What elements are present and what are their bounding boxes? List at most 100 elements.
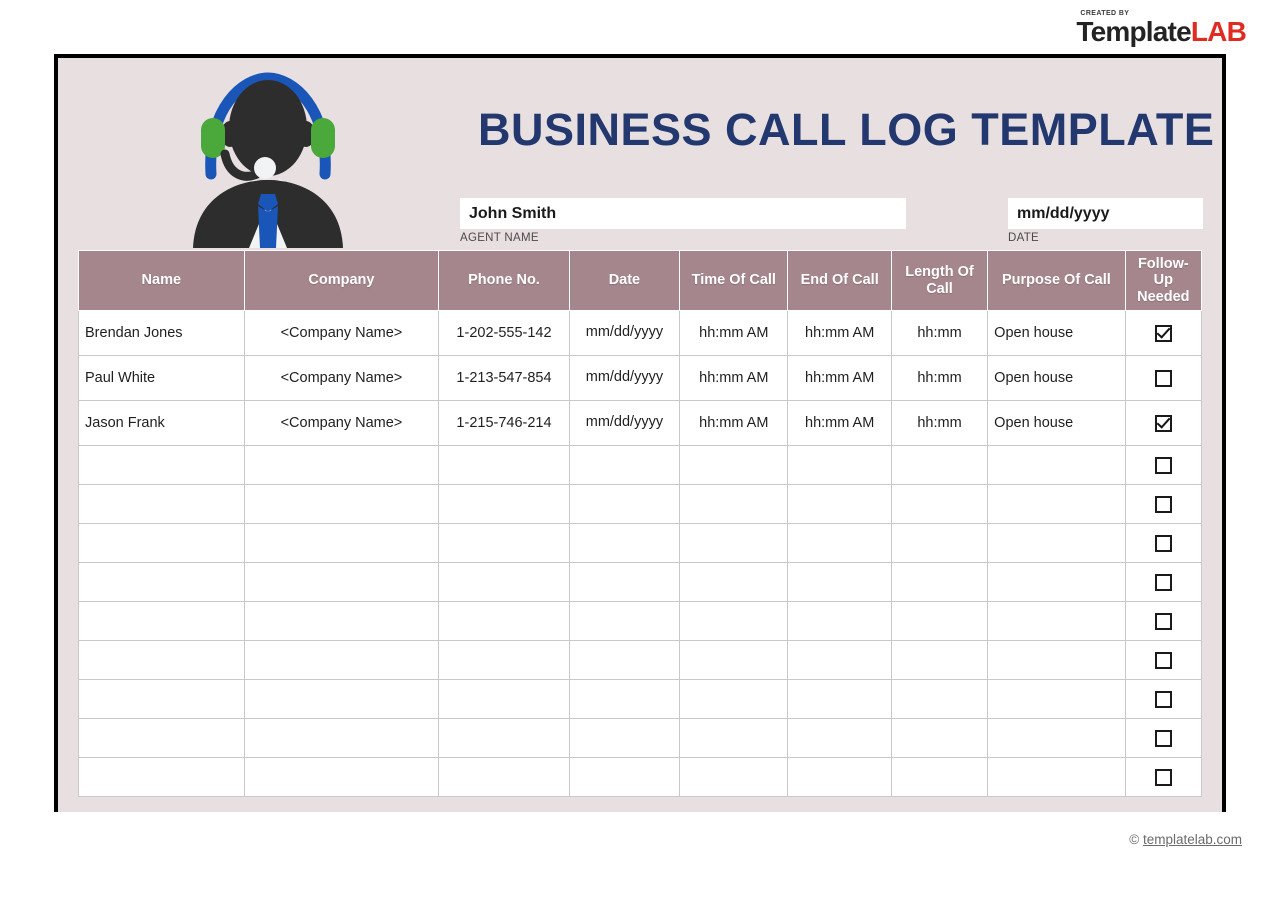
cell-time-of-call-empty[interactable] — [679, 445, 789, 485]
cell-purpose-of-call-empty[interactable] — [987, 757, 1126, 797]
cell-end-of-call-empty[interactable] — [787, 523, 892, 563]
cell-phone-empty[interactable] — [438, 679, 570, 719]
cell-phone[interactable]: 1-213-547-854 — [438, 355, 570, 401]
cell-time-of-call-empty[interactable] — [679, 679, 789, 719]
cell-end-of-call-empty[interactable] — [787, 601, 892, 641]
cell-purpose-of-call-empty[interactable] — [987, 445, 1126, 485]
cell-company-empty[interactable] — [243, 523, 440, 563]
cell-name[interactable]: Jason Frank — [78, 400, 245, 446]
cell-follow-up-needed[interactable] — [1124, 445, 1203, 485]
cell-follow-up-needed[interactable] — [1124, 640, 1203, 680]
cell-purpose-of-call-empty[interactable] — [987, 601, 1126, 641]
cell-follow-up-needed[interactable] — [1124, 400, 1203, 446]
cell-end-of-call[interactable]: hh:mm AM — [787, 355, 892, 401]
cell-purpose-of-call-empty[interactable] — [987, 523, 1126, 563]
cell-date-empty[interactable] — [568, 640, 681, 680]
cell-time-of-call[interactable]: hh:mm AM — [679, 400, 789, 446]
cell-name-empty[interactable] — [78, 601, 245, 641]
cell-end-of-call-empty[interactable] — [787, 562, 892, 602]
column-header-company[interactable]: Company — [243, 250, 440, 311]
cell-purpose-of-call[interactable]: Open house — [987, 355, 1126, 401]
checkbox-checked-icon[interactable] — [1154, 324, 1172, 342]
agent-name-input[interactable]: John Smith — [460, 198, 906, 229]
cell-follow-up-needed[interactable] — [1124, 601, 1203, 641]
cell-purpose-of-call-empty[interactable] — [987, 640, 1126, 680]
checkbox-unchecked-icon[interactable] — [1154, 534, 1172, 552]
cell-date-empty[interactable] — [568, 445, 681, 485]
column-header-phone-no[interactable]: Phone No. — [438, 250, 570, 311]
checkbox-unchecked-icon[interactable] — [1154, 495, 1172, 513]
cell-purpose-of-call[interactable]: Open house — [987, 310, 1126, 356]
cell-name[interactable]: Paul White — [78, 355, 245, 401]
cell-follow-up-needed[interactable] — [1124, 523, 1203, 563]
cell-phone-empty[interactable] — [438, 562, 570, 602]
checkbox-unchecked-icon[interactable] — [1154, 573, 1172, 591]
cell-purpose-of-call-empty[interactable] — [987, 679, 1126, 719]
cell-date[interactable]: mm/dd/yyyy — [568, 310, 681, 356]
column-header-name[interactable]: Name — [78, 250, 245, 311]
cell-purpose-of-call-empty[interactable] — [987, 718, 1126, 758]
cell-follow-up-needed[interactable] — [1124, 757, 1203, 797]
cell-time-of-call-empty[interactable] — [679, 757, 789, 797]
cell-phone-empty[interactable] — [438, 640, 570, 680]
checkbox-unchecked-icon[interactable] — [1154, 369, 1172, 387]
cell-date-empty[interactable] — [568, 562, 681, 602]
cell-purpose-of-call[interactable]: Open house — [987, 400, 1126, 446]
cell-name-empty[interactable] — [78, 562, 245, 602]
cell-end-of-call-empty[interactable] — [787, 679, 892, 719]
cell-name-empty[interactable] — [78, 718, 245, 758]
cell-length-of-call-empty[interactable] — [890, 523, 989, 563]
cell-time-of-call-empty[interactable] — [679, 562, 789, 602]
cell-follow-up-needed[interactable] — [1124, 310, 1203, 356]
cell-time-of-call[interactable]: hh:mm AM — [679, 355, 789, 401]
column-header-length-of-call[interactable]: Length Of Call — [890, 250, 989, 311]
cell-length-of-call[interactable]: hh:mm — [890, 355, 989, 401]
cell-length-of-call-empty[interactable] — [890, 679, 989, 719]
cell-time-of-call[interactable]: hh:mm AM — [679, 310, 789, 356]
cell-end-of-call-empty[interactable] — [787, 757, 892, 797]
cell-purpose-of-call-empty[interactable] — [987, 484, 1126, 524]
column-header-purpose-of-call[interactable]: Purpose Of Call — [987, 250, 1126, 311]
column-header-follow-up-needed[interactable]: Follow-Up Needed — [1124, 250, 1203, 311]
cell-length-of-call-empty[interactable] — [890, 757, 989, 797]
cell-company-empty[interactable] — [243, 718, 440, 758]
cell-length-of-call-empty[interactable] — [890, 562, 989, 602]
cell-date-empty[interactable] — [568, 523, 681, 563]
cell-company-empty[interactable] — [243, 640, 440, 680]
cell-length-of-call-empty[interactable] — [890, 718, 989, 758]
cell-length-of-call-empty[interactable] — [890, 601, 989, 641]
cell-follow-up-needed[interactable] — [1124, 679, 1203, 719]
checkbox-checked-icon[interactable] — [1154, 414, 1172, 432]
cell-company-empty[interactable] — [243, 757, 440, 797]
column-header-date[interactable]: Date — [568, 250, 681, 311]
cell-follow-up-needed[interactable] — [1124, 562, 1203, 602]
cell-purpose-of-call-empty[interactable] — [987, 562, 1126, 602]
cell-phone-empty[interactable] — [438, 484, 570, 524]
cell-company[interactable]: <Company Name> — [243, 400, 440, 446]
cell-date-empty[interactable] — [568, 757, 681, 797]
cell-time-of-call-empty[interactable] — [679, 523, 789, 563]
cell-name-empty[interactable] — [78, 757, 245, 797]
checkbox-unchecked-icon[interactable] — [1154, 690, 1172, 708]
cell-time-of-call-empty[interactable] — [679, 484, 789, 524]
cell-end-of-call-empty[interactable] — [787, 718, 892, 758]
cell-length-of-call[interactable]: hh:mm — [890, 310, 989, 356]
cell-name-empty[interactable] — [78, 484, 245, 524]
date-input[interactable]: mm/dd/yyyy — [1008, 198, 1203, 229]
cell-company-empty[interactable] — [243, 445, 440, 485]
cell-company-empty[interactable] — [243, 484, 440, 524]
column-header-end-of-call[interactable]: End Of Call — [787, 250, 892, 311]
cell-time-of-call-empty[interactable] — [679, 640, 789, 680]
checkbox-unchecked-icon[interactable] — [1154, 768, 1172, 786]
cell-company-empty[interactable] — [243, 601, 440, 641]
templatelab-domain-link[interactable]: templatelab.com — [1143, 832, 1242, 847]
cell-phone-empty[interactable] — [438, 757, 570, 797]
cell-follow-up-needed[interactable] — [1124, 718, 1203, 758]
checkbox-unchecked-icon[interactable] — [1154, 729, 1172, 747]
cell-end-of-call[interactable]: hh:mm AM — [787, 310, 892, 356]
cell-follow-up-needed[interactable] — [1124, 355, 1203, 401]
cell-phone-empty[interactable] — [438, 601, 570, 641]
cell-time-of-call-empty[interactable] — [679, 601, 789, 641]
cell-end-of-call-empty[interactable] — [787, 445, 892, 485]
cell-date-empty[interactable] — [568, 601, 681, 641]
